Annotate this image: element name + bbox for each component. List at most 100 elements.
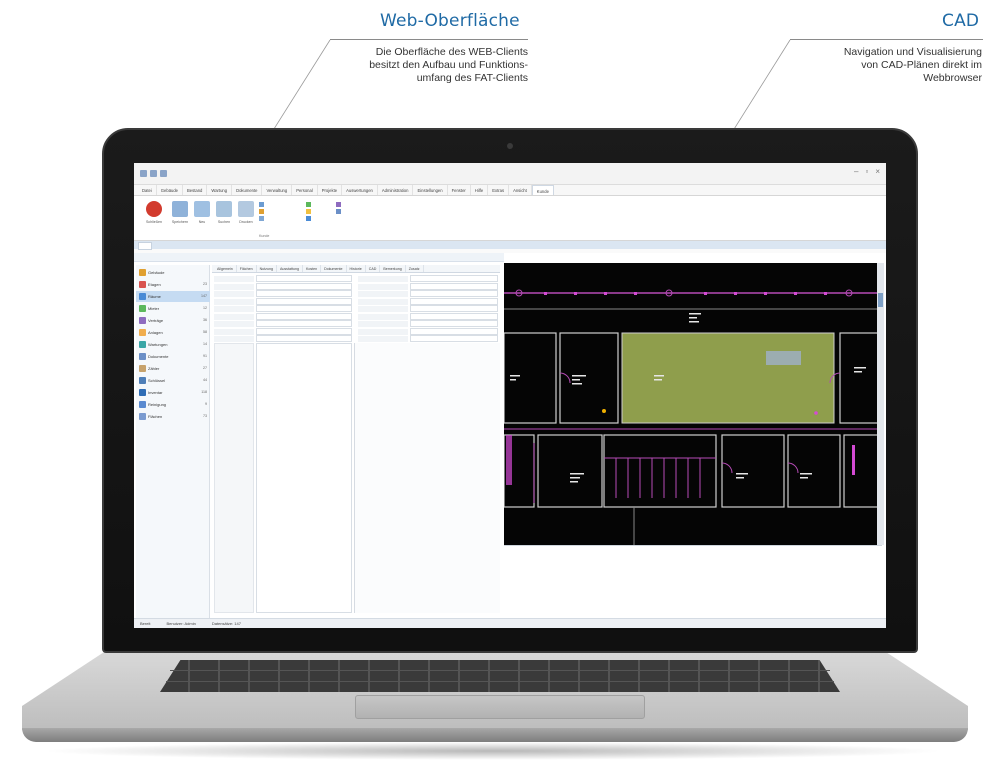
field-label xyxy=(214,306,254,312)
nav-item[interactable]: Reinigung 9 xyxy=(136,399,210,410)
nav-item-count: 44 xyxy=(203,378,207,382)
menu-tab[interactable]: Hilfe xyxy=(471,185,489,195)
nav-item-count: 58 xyxy=(203,330,207,334)
form-tab[interactable]: Dokumente xyxy=(321,265,347,272)
field-input[interactable] xyxy=(256,297,352,305)
menu-tab[interactable]: Kunde xyxy=(531,185,554,195)
field-input[interactable] xyxy=(256,312,352,320)
ribbon-small-button[interactable] xyxy=(259,216,266,221)
document-tab[interactable] xyxy=(138,242,152,250)
field-input[interactable] xyxy=(410,312,498,320)
form-tab[interactable]: Historie xyxy=(347,265,366,272)
field-input[interactable] xyxy=(256,335,352,342)
menu-tab[interactable]: Verwaltung xyxy=(262,185,293,195)
nav-item-icon xyxy=(139,389,146,396)
cad-scrollbar[interactable] xyxy=(877,263,884,545)
form-row xyxy=(212,320,500,327)
print-icon[interactable] xyxy=(238,201,254,217)
nav-item[interactable]: Zähler 27 xyxy=(136,363,210,374)
nav-item[interactable]: Flächen 73 xyxy=(136,411,210,422)
nav-item[interactable]: Inventar 118 xyxy=(136,387,210,398)
nav-item[interactable]: Räume 147 xyxy=(136,291,210,302)
field-input[interactable] xyxy=(410,335,498,342)
form-tab[interactable]: Kosten xyxy=(303,265,322,272)
cad-empty-area xyxy=(504,545,882,618)
menu-tab[interactable]: Einstellungen xyxy=(413,185,448,195)
callout-cad-title: CAD xyxy=(942,11,980,31)
menu-tab[interactable]: Dokumente xyxy=(232,185,263,195)
form-detail-pane[interactable] xyxy=(256,343,352,613)
nav-item[interactable]: Dokumente 91 xyxy=(136,351,210,362)
form-tab[interactable]: Nutzung xyxy=(257,265,277,272)
field-label xyxy=(358,276,408,282)
cad-viewport[interactable] xyxy=(504,263,882,545)
ribbon-small-button[interactable] xyxy=(259,202,266,207)
nav-item[interactable]: Wartungen 14 xyxy=(136,339,210,350)
form-tab[interactable]: Bemerkung xyxy=(380,265,406,272)
nav-item[interactable]: Etagen 23 xyxy=(136,279,210,290)
field-input[interactable] xyxy=(256,275,352,282)
field-input[interactable] xyxy=(410,290,498,297)
ribbon-small-button[interactable] xyxy=(306,209,313,214)
quick-access-icon[interactable] xyxy=(140,170,147,177)
form-tab[interactable]: Zusatz xyxy=(406,265,424,272)
menu-tab[interactable]: Gebäude xyxy=(157,185,184,195)
form-tab[interactable]: Allgemein xyxy=(214,265,237,272)
scrollbar-thumb[interactable] xyxy=(878,293,883,307)
field-input[interactable] xyxy=(410,297,498,305)
close-record-icon[interactable] xyxy=(146,201,162,217)
menu-tab[interactable]: Extras xyxy=(488,185,510,195)
menu-tab[interactable]: Datei xyxy=(138,185,157,195)
form-tab[interactable]: CAD xyxy=(366,265,381,272)
form-tab[interactable]: Ausstattung xyxy=(277,265,303,272)
menu-tab[interactable]: Ansicht xyxy=(509,185,532,195)
ribbon-small-button[interactable] xyxy=(306,216,313,221)
close-icon[interactable]: × xyxy=(875,167,880,176)
nav-item[interactable]: Mieter 12 xyxy=(136,303,210,314)
field-input[interactable] xyxy=(410,327,498,335)
save-icon[interactable] xyxy=(172,201,188,217)
search-icon[interactable] xyxy=(216,201,232,217)
field-input[interactable] xyxy=(410,282,498,290)
nav-item-label: Flächen xyxy=(148,414,163,419)
quick-access-toolbar[interactable] xyxy=(140,170,167,177)
form-tab[interactable]: Flächen xyxy=(237,265,257,272)
field-input[interactable] xyxy=(410,320,498,327)
field-input[interactable] xyxy=(256,305,352,312)
maximize-icon[interactable]: ▫ xyxy=(865,167,868,176)
status-text: Bereit xyxy=(140,621,151,626)
nav-item[interactable]: Anlagen 58 xyxy=(136,327,210,338)
nav-item-count: 9 xyxy=(205,402,207,406)
nav-item-label: Inventar xyxy=(148,390,163,395)
menu-tab[interactable]: Personal xyxy=(292,185,318,195)
field-input[interactable] xyxy=(256,320,352,327)
field-input[interactable] xyxy=(256,327,352,335)
callout-cad-rule xyxy=(790,39,983,40)
field-input[interactable] xyxy=(410,305,498,312)
quick-access-icon[interactable] xyxy=(160,170,167,177)
ribbon-small-button[interactable] xyxy=(336,209,343,214)
nav-item[interactable]: Gebäude xyxy=(136,267,210,278)
menu-tab[interactable]: Bestand xyxy=(183,185,208,195)
menu-tab[interactable]: Projekte xyxy=(318,185,343,195)
field-input[interactable] xyxy=(256,282,352,290)
quick-access-icon[interactable] xyxy=(150,170,157,177)
form-tab-bar: Allgemein Flächen Nutzung Ausstattung Kosten… xyxy=(212,265,500,273)
callout-cad-line-3: Webbrowser xyxy=(923,72,982,84)
field-input[interactable] xyxy=(410,275,498,282)
ribbon-small-button[interactable] xyxy=(306,202,313,207)
nav-item[interactable]: Schlüssel 44 xyxy=(136,375,210,386)
new-record-icon[interactable] xyxy=(194,201,210,217)
menu-tab[interactable]: Fenster xyxy=(448,185,471,195)
ribbon-group-label: Kunde xyxy=(259,234,270,238)
menu-tab[interactable]: Wartung xyxy=(207,185,233,195)
ribbon-small-button[interactable] xyxy=(336,202,343,207)
menu-tab[interactable]: Auswertungen xyxy=(342,185,378,195)
field-input[interactable] xyxy=(256,290,352,297)
nav-item-count: 73 xyxy=(203,414,207,418)
highlighted-room[interactable] xyxy=(621,332,835,424)
menu-tab[interactable]: Administration xyxy=(378,185,414,195)
ribbon-small-button[interactable] xyxy=(259,209,266,214)
nav-item[interactable]: Verträge 36 xyxy=(136,315,210,326)
minimize-icon[interactable]: – xyxy=(854,167,858,176)
